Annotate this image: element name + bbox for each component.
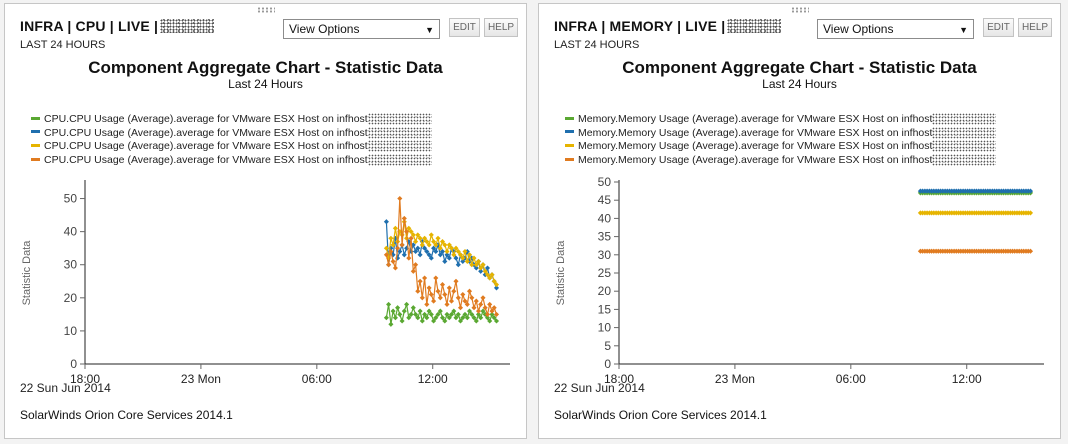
y-tick-label: 40	[64, 225, 78, 239]
data-point	[399, 242, 405, 248]
data-point	[475, 308, 482, 314]
y-tick-label: 10	[598, 321, 612, 335]
data-point	[383, 315, 389, 321]
data-point	[395, 305, 401, 311]
data-point	[399, 318, 405, 324]
data-point	[469, 295, 475, 301]
y-tick-label: 50	[598, 175, 612, 189]
y-tick-label: 0	[70, 357, 77, 371]
data-point	[444, 301, 450, 307]
data-point	[401, 308, 407, 314]
data-point	[480, 295, 486, 301]
y-tick-label: 20	[598, 284, 612, 298]
data-point	[453, 278, 459, 284]
data-point	[410, 268, 416, 274]
data-point	[426, 285, 432, 291]
data-point	[417, 278, 423, 284]
data-point	[460, 291, 466, 298]
data-point	[419, 295, 425, 301]
data-point	[428, 232, 434, 238]
data-point	[428, 291, 434, 298]
data-point	[392, 315, 398, 321]
y-tick-label: 50	[64, 192, 78, 206]
x-tick-label: 06:00	[836, 372, 866, 386]
data-point	[388, 321, 394, 327]
data-point	[455, 262, 461, 268]
footer-text: SolarWinds Orion Core Services 2014.1	[554, 408, 767, 422]
data-point	[404, 301, 410, 307]
data-point	[473, 298, 479, 304]
x-tick-label: 12:00	[418, 372, 448, 386]
data-point	[388, 235, 394, 241]
data-point	[451, 288, 457, 294]
data-point	[435, 288, 441, 294]
data-point	[446, 285, 452, 291]
data-point	[422, 275, 428, 281]
y-axis-label: Statistic Data	[555, 240, 567, 306]
data-point	[442, 258, 448, 264]
data-point	[431, 298, 437, 304]
memory-line-chart: 05101520253035404550Statistic Data18:00 2…	[554, 175, 1044, 395]
data-point	[457, 305, 464, 311]
data-point	[406, 255, 412, 261]
y-tick-label: 35	[598, 230, 612, 244]
data-point	[435, 235, 441, 241]
data-point	[410, 305, 416, 311]
x-tick-label: 06:00	[302, 372, 332, 386]
data-point	[424, 301, 430, 307]
data-point	[417, 308, 423, 314]
y-tick-label: 15	[598, 302, 612, 316]
x-date-label: 22 Sun Jun 2014	[554, 381, 645, 395]
data-point	[415, 288, 421, 294]
y-tick-label: 20	[64, 291, 78, 305]
data-point	[448, 298, 455, 304]
data-point	[401, 252, 407, 258]
data-point	[478, 301, 484, 307]
x-tick-label: 12:00	[952, 372, 982, 386]
y-tick-label: 45	[598, 193, 612, 207]
data-point	[417, 252, 423, 258]
data-point	[487, 301, 493, 307]
y-tick-label: 0	[604, 357, 611, 371]
memory-panel: INFRA | MEMORY | LIVE | LAST 24 HOURS Vi…	[538, 3, 1061, 439]
footer-text: SolarWinds Orion Core Services 2014.1	[20, 408, 233, 422]
data-point	[401, 215, 407, 221]
cpu-line-chart: 01020304050Statistic Data18:00 23 Mon 06:0…	[20, 180, 510, 395]
y-tick-label: 30	[598, 248, 612, 262]
y-tick-label: 30	[64, 258, 78, 272]
data-point	[419, 318, 425, 324]
y-axis-label: Statistic Data	[21, 240, 33, 306]
x-tick-label: 23 Mon	[715, 372, 755, 386]
y-tick-label: 10	[64, 324, 78, 338]
data-point	[471, 305, 477, 311]
y-tick-label: 40	[598, 211, 612, 225]
data-point	[433, 275, 439, 281]
data-point	[413, 262, 419, 268]
data-point	[466, 288, 473, 294]
data-point	[437, 295, 443, 301]
data-point	[439, 282, 446, 288]
data-point	[392, 265, 398, 271]
data-point	[397, 311, 403, 317]
data-point	[444, 248, 450, 255]
data-point	[455, 295, 461, 301]
y-tick-label: 5	[604, 339, 611, 353]
data-point	[390, 258, 396, 264]
data-point	[386, 301, 392, 307]
data-point	[386, 262, 392, 268]
x-date-label: 22 Sun Jun 2014	[20, 381, 111, 395]
data-point	[383, 219, 389, 225]
data-point	[392, 225, 398, 231]
data-point	[442, 291, 448, 298]
data-point	[397, 195, 403, 202]
x-tick-label: 23 Mon	[181, 372, 221, 386]
data-point	[390, 308, 396, 314]
cpu-panel: INFRA | CPU | LIVE | LAST 24 HOURS View …	[4, 3, 527, 439]
y-tick-label: 25	[598, 266, 612, 280]
